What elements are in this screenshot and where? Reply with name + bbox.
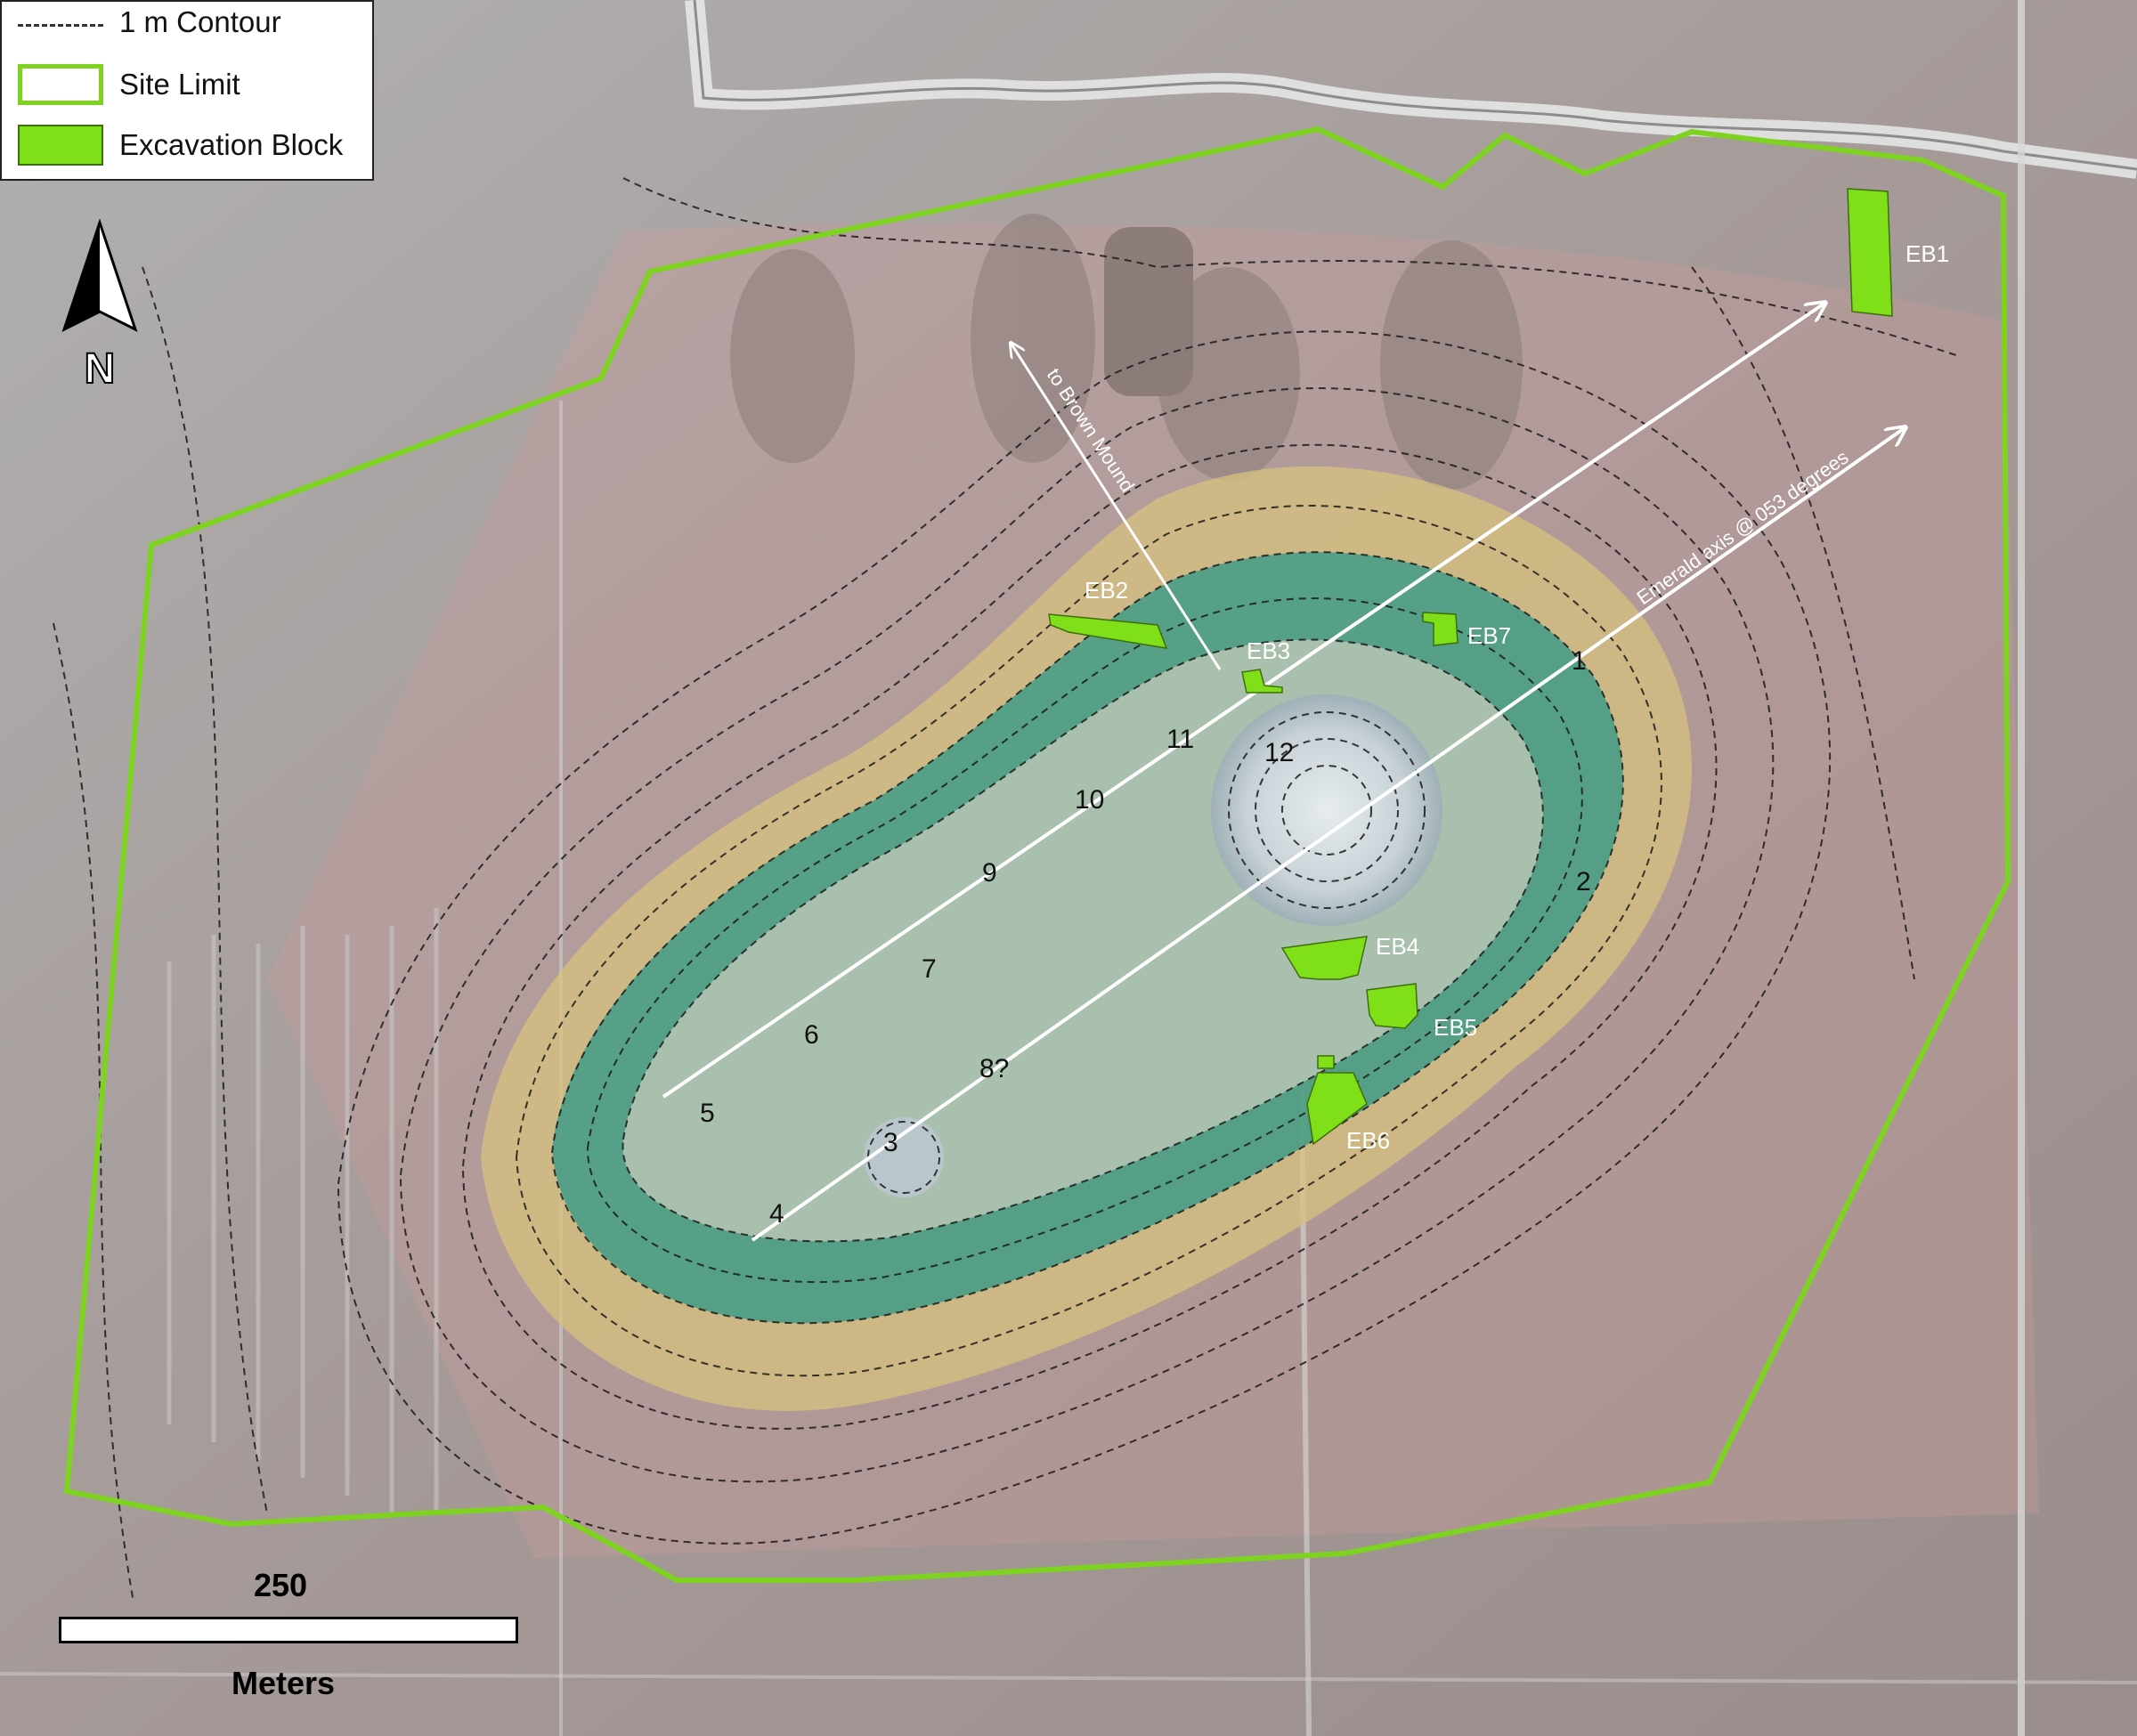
scale-bar-value: 250: [254, 1567, 308, 1603]
scale-bar-graphic: [59, 1617, 518, 1643]
excavation-block-eb6-small: [1317, 1055, 1335, 1069]
mound-3-shape: [864, 1117, 944, 1197]
legend-contour-label: 1 m Contour: [119, 5, 281, 38]
eb7-label: EB7: [1467, 622, 1511, 649]
legend-site-limit-label: Site Limit: [119, 68, 240, 101]
eb6-label: EB6: [1346, 1127, 1390, 1154]
mound-10-label: 10: [1075, 785, 1104, 815]
mound-8-label: 8?: [979, 1054, 1009, 1083]
mound-7-label: 7: [922, 954, 937, 984]
mound-9-label: 9: [982, 858, 997, 888]
mound-2-label: 2: [1576, 867, 1591, 896]
eb3-label: EB3: [1247, 637, 1290, 664]
scale-bar: 250 Meters: [53, 1567, 534, 1709]
legend-site-limit-row: Site Limit: [14, 59, 370, 112]
eb2-label: EB2: [1085, 577, 1128, 604]
scale-bar-unit: Meters: [232, 1665, 336, 1701]
map-legend: 1 m Contour Site Limit Excavation Block: [0, 0, 374, 181]
legend-excavation-label: Excavation Block: [119, 128, 344, 161]
excavation-block-eb5: [1366, 983, 1418, 1029]
mound-6-label: 6: [804, 1020, 819, 1050]
mound-1-label: 1: [1572, 646, 1587, 676]
mound-3-label: 3: [883, 1128, 898, 1157]
site-limit-swatch: [18, 64, 103, 105]
mound-12-label: 12: [1264, 738, 1294, 767]
eb4-label: EB4: [1376, 933, 1419, 960]
mound-11-label: 11: [1166, 725, 1194, 754]
legend-excavation-row: Excavation Block: [14, 119, 370, 173]
mound-5-label: 5: [700, 1099, 715, 1128]
excavation-swatch: [18, 125, 103, 166]
contour-swatch: [18, 24, 103, 27]
lidar-map: EB1 EB2 EB3 EB4 EB5 EB6 EB7 1 2 3 4 5 6 …: [0, 0, 2137, 1736]
eb1-label: EB1: [1905, 240, 1949, 267]
north-label: N: [85, 345, 116, 387]
eb5-label: EB5: [1434, 1014, 1477, 1041]
legend-contour-row: 1 m Contour: [14, 2, 370, 55]
excavation-block-eb1: [1847, 188, 1893, 317]
north-arrow: N: [61, 218, 138, 387]
mound-4-label: 4: [769, 1199, 784, 1229]
